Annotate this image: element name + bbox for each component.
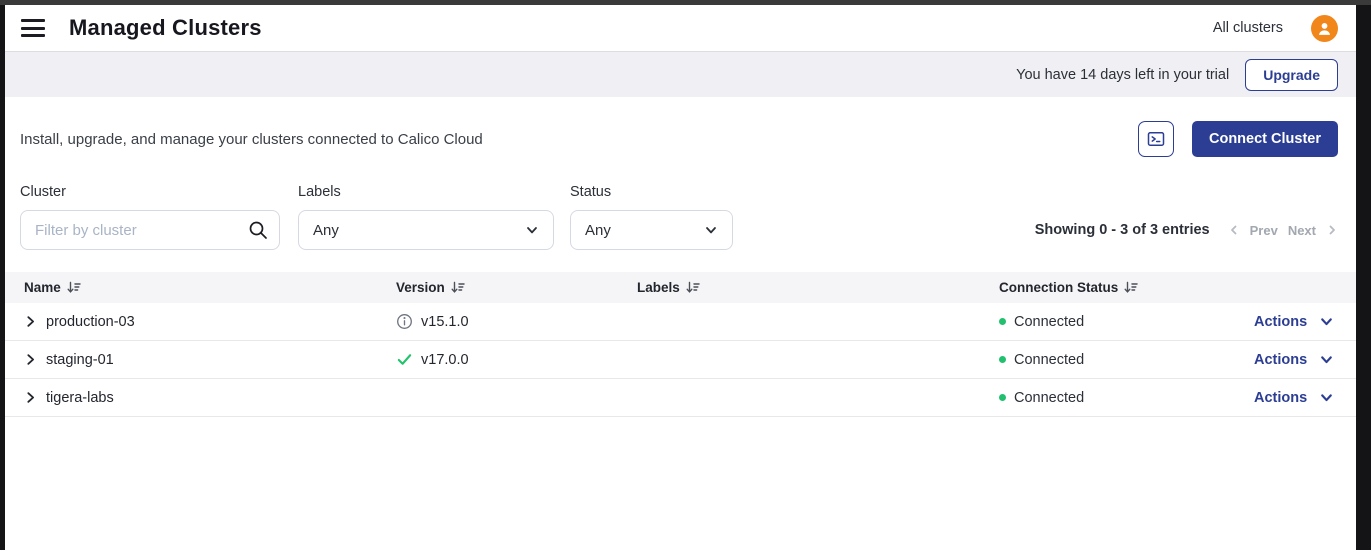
chevron-down-icon <box>525 223 539 237</box>
trial-message: You have 14 days left in your trial <box>1016 67 1229 83</box>
actions-menu[interactable]: Actions <box>1254 314 1356 330</box>
prev-page-button[interactable]: Prev <box>1250 223 1278 238</box>
terminal-button[interactable] <box>1138 121 1174 157</box>
cluster-filter-label: Cluster <box>20 184 280 200</box>
top-bar: Managed Clusters All clusters <box>5 5 1356 52</box>
next-page-button[interactable]: Next <box>1288 223 1316 238</box>
connection-status: Connected <box>1014 390 1084 406</box>
column-header-labels[interactable]: Labels <box>627 280 989 295</box>
status-dot <box>999 356 1006 363</box>
chevron-right-icon[interactable] <box>1326 224 1338 236</box>
expand-row-icon[interactable] <box>24 315 37 328</box>
info-icon[interactable] <box>396 313 413 330</box>
page-description: Install, upgrade, and manage your cluste… <box>20 131 483 148</box>
labels-filter-label: Labels <box>298 184 554 200</box>
status-filter-label: Status <box>570 184 733 200</box>
status-dot <box>999 318 1006 325</box>
table-row: staging-01 v17.0.0 Connected Actions <box>5 341 1356 379</box>
sort-icon <box>67 281 81 294</box>
sort-icon <box>1124 281 1138 294</box>
expand-row-icon[interactable] <box>24 391 37 404</box>
managed-clusters-app: Managed Clusters All clusters You have 1… <box>5 5 1356 550</box>
labels-filter-value: Any <box>313 222 339 239</box>
terminal-icon <box>1146 129 1166 149</box>
labels-filter-select[interactable]: Any <box>298 210 554 250</box>
cluster-name: tigera-labs <box>46 390 114 406</box>
check-icon <box>396 351 413 368</box>
table-row: production-03 v15.1.0 Connected Actions <box>5 303 1356 341</box>
column-header-name[interactable]: Name <box>5 280 386 295</box>
connect-cluster-button[interactable]: Connect Cluster <box>1192 121 1338 157</box>
connection-status: Connected <box>1014 352 1084 368</box>
person-icon <box>1316 20 1333 37</box>
trial-banner: You have 14 days left in your trial Upgr… <box>5 52 1356 97</box>
user-avatar[interactable] <box>1311 15 1338 42</box>
cluster-filter-input[interactable] <box>20 210 280 250</box>
actions-menu[interactable]: Actions <box>1254 352 1356 368</box>
main-content: Install, upgrade, and manage your cluste… <box>5 97 1356 550</box>
cluster-filter: Cluster <box>20 184 280 250</box>
upgrade-button[interactable]: Upgrade <box>1245 59 1338 91</box>
page-title: Managed Clusters <box>69 15 262 41</box>
cluster-version: v17.0.0 <box>421 352 469 368</box>
chevron-down-icon <box>1319 352 1334 367</box>
labels-filter: Labels Any <box>298 184 554 250</box>
status-filter-value: Any <box>585 222 611 239</box>
column-header-connection-status[interactable]: Connection Status <box>989 280 1254 295</box>
status-dot <box>999 394 1006 401</box>
search-icon[interactable] <box>246 218 270 242</box>
pagination-summary: Showing 0 - 3 of 3 entries <box>1035 222 1210 238</box>
menu-icon[interactable] <box>21 19 45 37</box>
sort-icon <box>686 281 700 294</box>
connection-status: Connected <box>1014 314 1084 330</box>
table-row: tigera-labs Connected Actions <box>5 379 1356 417</box>
table-header: Name Version Labels Connection Status <box>5 272 1356 303</box>
status-filter: Status Any <box>570 184 733 250</box>
chevron-down-icon <box>1319 314 1334 329</box>
cluster-version: v15.1.0 <box>421 314 469 330</box>
actions-menu[interactable]: Actions <box>1254 390 1356 406</box>
cluster-name: staging-01 <box>46 352 114 368</box>
chevron-down-icon <box>1319 390 1334 405</box>
sort-icon <box>451 281 465 294</box>
status-filter-select[interactable]: Any <box>570 210 733 250</box>
cluster-name: production-03 <box>46 314 135 330</box>
column-header-version[interactable]: Version <box>386 280 627 295</box>
chevron-down-icon <box>704 223 718 237</box>
expand-row-icon[interactable] <box>24 353 37 366</box>
chevron-left-icon[interactable] <box>1228 224 1240 236</box>
cluster-scope-selector[interactable]: All clusters <box>1213 20 1283 36</box>
